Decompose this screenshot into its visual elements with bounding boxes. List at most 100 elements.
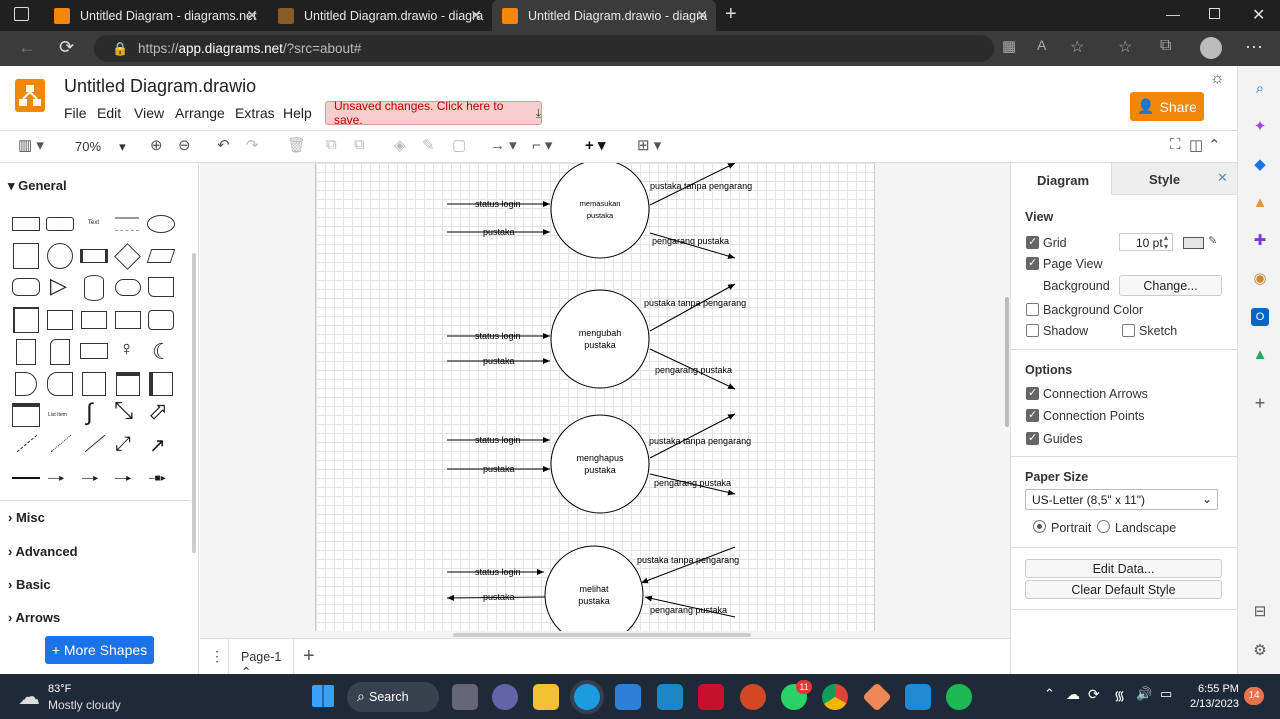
shape-data-storage[interactable]	[47, 372, 73, 396]
grid-checkbox[interactable]	[1026, 235, 1039, 249]
shape-hexagon[interactable]	[12, 278, 40, 296]
taskbar-search[interactable]: ⌕ Search	[347, 682, 439, 712]
office-icon[interactable]: ◉	[1251, 270, 1269, 288]
shape-connector-4[interactable]: ‒■▸	[149, 473, 166, 484]
sync-icon[interactable]: ⟳	[1088, 686, 1100, 703]
shape-arrow[interactable]: ⬀	[148, 397, 168, 426]
connection-arrows-checkbox[interactable]	[1026, 386, 1039, 400]
shopping-icon[interactable]: ◆	[1251, 156, 1269, 174]
shape-directional-connector[interactable]: ↗	[149, 433, 166, 458]
menu-help[interactable]: Help	[283, 105, 312, 121]
shape-and[interactable]	[15, 372, 37, 396]
more-menu-icon[interactable]: ⋯	[1245, 37, 1263, 58]
flow-label-pustaka[interactable]: pustaka	[483, 227, 515, 237]
tab-diagram[interactable]: Diagram	[1011, 163, 1111, 195]
shape-actor[interactable]: ♀	[119, 338, 134, 361]
tray-chevron-icon[interactable]: ⌃	[1044, 686, 1055, 702]
connection-points-checkbox[interactable]	[1026, 408, 1039, 422]
task-view-icon[interactable]	[452, 684, 478, 710]
shape-connector-3[interactable]: ‒‒▸	[115, 473, 131, 484]
close-tab-icon[interactable]: ✕	[470, 7, 482, 24]
close-panel-icon[interactable]: ✕	[1217, 170, 1228, 186]
shape-callout[interactable]	[80, 343, 108, 359]
l-app-icon[interactable]	[657, 684, 683, 710]
clock-date[interactable]: 2/13/2023	[1190, 698, 1239, 710]
chrome-icon[interactable]	[822, 684, 848, 710]
background-color-checkbox[interactable]	[1026, 303, 1039, 316]
toggle-panel-icon[interactable]: ◫	[1189, 136, 1203, 154]
edit-data-button[interactable]: Edit Data...	[1025, 559, 1222, 578]
browser-tab-1[interactable]: Untitled Diagram - diagrams.net ✕	[44, 0, 266, 31]
process-label-line1[interactable]: menghapus	[576, 453, 624, 463]
input-label-status-login[interactable]: status login	[475, 331, 521, 341]
guides-checkbox[interactable]	[1026, 431, 1039, 445]
menu-arrange[interactable]: Arrange	[175, 105, 225, 121]
shadow-icon[interactable]: ▢	[452, 136, 466, 154]
shape-dotted-line[interactable]	[50, 434, 72, 453]
vscode-icon[interactable]	[905, 684, 931, 710]
shape-line[interactable]	[84, 434, 106, 453]
section-basic[interactable]: › Basic	[8, 577, 51, 592]
shape-vertical-lane[interactable]	[149, 372, 173, 396]
shape-process[interactable]	[80, 249, 108, 263]
process-label-line1[interactable]: mengubah	[579, 328, 622, 338]
pencil-icon[interactable]: ✎	[1208, 234, 1217, 247]
shape-ellipse[interactable]	[147, 215, 175, 233]
input-label-status-login[interactable]: status login	[475, 567, 521, 577]
favorite-add-icon[interactable]: ☆	[1070, 37, 1084, 57]
store-icon[interactable]	[615, 684, 641, 710]
clock-time[interactable]: 6:55 PM	[1198, 683, 1239, 695]
label-pengarang-pustaka[interactable]: pengarang pustaka	[655, 365, 732, 375]
zoom-select[interactable]: 70% ▾	[75, 139, 126, 155]
flow-label-pustaka[interactable]: pustaka	[483, 464, 515, 474]
page-view-checkbox[interactable]	[1026, 256, 1039, 270]
format-panel-icon[interactable]: ▥ ▾	[18, 136, 44, 154]
menu-file[interactable]: File	[64, 105, 87, 121]
browser-tab-3[interactable]: Untitled Diagram.drawio - diagra ✕	[492, 0, 716, 31]
label-pengarang-pustaka[interactable]: pengarang pustaka	[652, 236, 729, 246]
profile-avatar[interactable]	[1200, 37, 1222, 59]
restore-icon[interactable]	[1209, 8, 1220, 19]
add-page-icon[interactable]: +	[303, 645, 315, 668]
shape-connector-1[interactable]: ‒‒▸	[48, 473, 64, 484]
flow-pustaka-tanpa-pengarang[interactable]	[640, 546, 736, 584]
add-sidebar-app-icon[interactable]: +	[1251, 394, 1269, 412]
shape-document[interactable]	[148, 277, 174, 297]
input-label-status-login[interactable]: status login	[475, 435, 521, 445]
start-icon[interactable]	[312, 685, 334, 707]
label-pustaka-tanpa-pengarang[interactable]: pustaka tanpa pengarang	[637, 555, 739, 565]
label-pengarang-pustaka[interactable]: pengarang pustaka	[654, 478, 731, 488]
shape-rounded-rect[interactable]	[46, 217, 74, 231]
tab-actions-icon[interactable]	[14, 7, 29, 21]
shape-cylinder[interactable]	[84, 275, 104, 301]
immersive-reader-icon[interactable]: ▦	[1002, 37, 1016, 55]
share-button[interactable]: 👤 Share	[1130, 92, 1204, 121]
shape-text[interactable]: Text	[88, 220, 99, 226]
to-front-icon[interactable]: ⧉	[326, 136, 337, 153]
label-pustaka-tanpa-pengarang[interactable]: pustaka tanpa pengarang	[650, 181, 752, 191]
section-misc[interactable]: › Misc	[8, 510, 45, 525]
shape-tape[interactable]	[148, 310, 174, 330]
shape-link[interactable]	[12, 477, 40, 479]
landscape-radio[interactable]	[1097, 520, 1110, 533]
shape-triangle[interactable]: ▷	[50, 275, 67, 297]
change-background-button[interactable]: Change...	[1119, 275, 1222, 296]
flow-label-pustaka[interactable]: pustaka	[483, 592, 515, 602]
insert-icon[interactable]: + ▾	[585, 136, 605, 154]
shadow-checkbox[interactable]	[1026, 324, 1039, 337]
flow-label-pustaka[interactable]: pustaka	[483, 356, 515, 366]
redo-icon[interactable]: ↷	[246, 136, 259, 154]
process-circle[interactable]	[550, 289, 650, 389]
label-pengarang-pustaka[interactable]: pengarang pustaka	[650, 605, 727, 615]
powerpoint-icon[interactable]	[740, 684, 766, 710]
git-icon[interactable]	[862, 682, 892, 712]
shape-rectangle[interactable]	[12, 217, 40, 231]
zoom-in-icon[interactable]: ⊕	[150, 136, 163, 154]
shape-bidirectional-arrow[interactable]: ⤡	[114, 397, 133, 425]
discover-icon[interactable]: ✦	[1251, 118, 1269, 136]
browser-tab-2[interactable]: Untitled Diagram.drawio - diagra ✕	[268, 0, 490, 31]
label-pustaka-tanpa-pengarang[interactable]: pustaka tanpa pengarang	[644, 298, 746, 308]
page-tab[interactable]: Page-1 ⌃	[228, 639, 294, 679]
waypoints-icon[interactable]: ⌐ ▾	[532, 136, 552, 154]
pages-menu-icon[interactable]: ⋮	[210, 648, 224, 665]
